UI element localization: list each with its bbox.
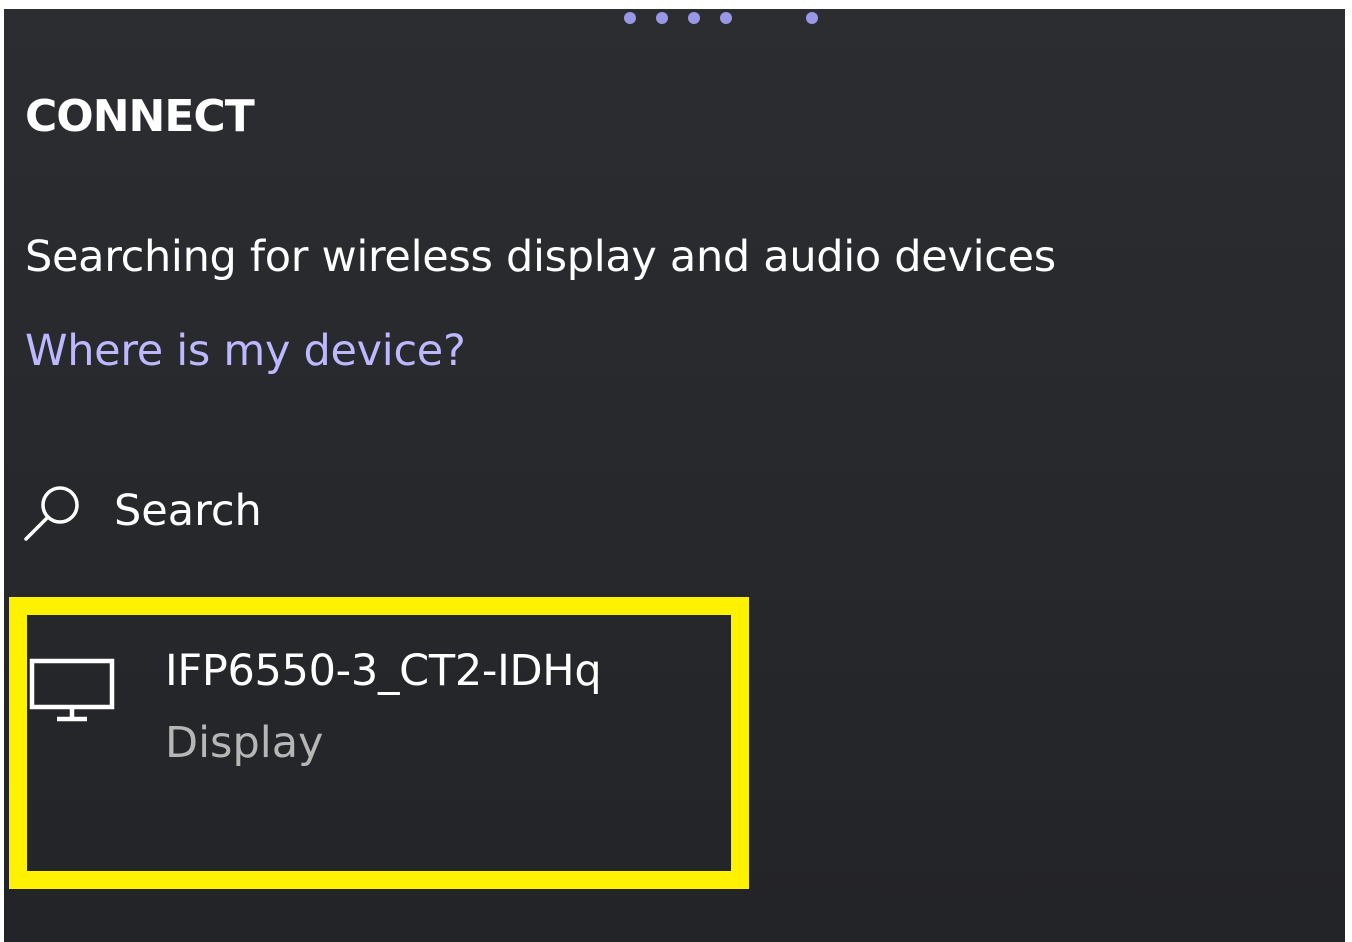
- progress-dot: [688, 12, 700, 24]
- search-button[interactable]: Search: [22, 479, 262, 543]
- progress-dot: [720, 12, 732, 24]
- where-is-my-device-link[interactable]: Where is my device?: [25, 325, 466, 377]
- search-status-text: Searching for wireless display and audio…: [25, 232, 1056, 282]
- panel-title: CONNECT: [25, 91, 255, 142]
- search-icon: [22, 479, 86, 543]
- progress-dot: [624, 12, 636, 24]
- search-label: Search: [114, 486, 262, 536]
- searching-progress-indicator: [4, 9, 1345, 29]
- device-name: IFP6550-3_CT2-IDHq: [165, 646, 602, 696]
- device-list-item[interactable]: IFP6550-3_CT2-IDHq Display: [9, 597, 749, 889]
- monitor-icon: [27, 657, 123, 729]
- progress-dot: [806, 12, 818, 24]
- connect-panel: CONNECT Searching for wireless display a…: [4, 9, 1345, 942]
- progress-dot: [656, 12, 668, 24]
- device-type: Display: [165, 718, 324, 768]
